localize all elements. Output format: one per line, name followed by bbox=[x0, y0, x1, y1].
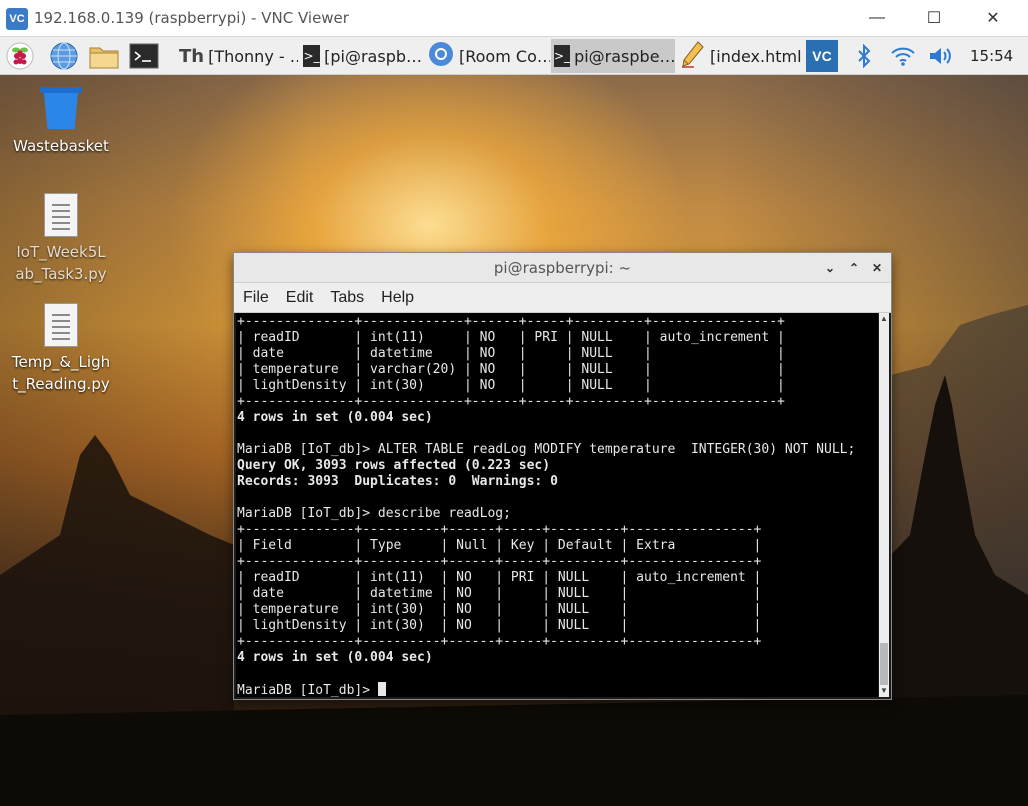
vnc-title-bar: VC 192.168.0.139 (raspberrypi) - VNC Vie… bbox=[0, 0, 1028, 37]
taskbar-item-text-editor[interactable]: [index.html… bbox=[677, 39, 803, 73]
menu-tabs[interactable]: Tabs bbox=[321, 289, 372, 307]
taskbar-item-terminal-1[interactable]: >_ [pi@raspb… bbox=[300, 39, 422, 73]
menu-edit[interactable]: Edit bbox=[277, 289, 322, 307]
bluetooth-icon[interactable] bbox=[852, 40, 876, 72]
chevron-down-icon[interactable]: ⌄ bbox=[822, 260, 838, 276]
python-file-icon bbox=[44, 303, 78, 347]
python-file-icon bbox=[44, 193, 78, 237]
terminal-line: 4 rows in set (0.004 sec) bbox=[237, 410, 433, 425]
terminal-output: +--------------+-------------+------+---… bbox=[236, 314, 855, 697]
chromium-icon bbox=[427, 40, 455, 72]
task-label: [pi@raspb… bbox=[324, 46, 422, 66]
terminal-icon: >_ bbox=[554, 45, 571, 67]
terminal-line: | date | datetime | NO | | NULL | | bbox=[237, 586, 762, 601]
terminal-line: | lightDensity | int(30) | NO | | NULL |… bbox=[237, 378, 785, 393]
task-label: pi@raspbe… bbox=[574, 46, 675, 66]
taskbar-item-chromium[interactable]: [Room Co… bbox=[424, 39, 550, 73]
chevron-up-icon[interactable]: ⌃ bbox=[846, 260, 862, 276]
terminal-line: Query OK, 3093 rows affected (0.223 sec) bbox=[237, 458, 551, 473]
terminal-prompt: MariaDB [IoT_db]> bbox=[237, 683, 378, 697]
taskbar-item-terminal-active[interactable]: >_ pi@raspbe… bbox=[551, 39, 675, 73]
terminal-cursor bbox=[377, 682, 386, 696]
desktop-icon-wastebasket[interactable]: Wastebasket bbox=[6, 87, 116, 157]
terminal-line: | readID | int(11) | NO | PRI | NULL | a… bbox=[237, 330, 785, 345]
terminal-scrollbar[interactable]: ▲ ▼ bbox=[879, 313, 889, 697]
terminal-line: +--------------+----------+------+-----+… bbox=[237, 522, 762, 537]
maximize-button[interactable]: ☐ bbox=[911, 3, 957, 33]
terminal-menu-bar: File Edit Tabs Help bbox=[234, 283, 891, 313]
vnc-logo-icon: VC bbox=[6, 8, 28, 30]
terminal-window[interactable]: pi@raspberrypi: ~ ⌄ ⌃ ✕ File Edit Tabs H… bbox=[234, 253, 891, 699]
menu-help[interactable]: Help bbox=[372, 289, 422, 307]
close-button[interactable]: ✕ bbox=[970, 3, 1016, 33]
desktop-icon-iot-week5[interactable]: IoT_Week5Lab_Task3.py bbox=[6, 193, 116, 285]
vnc-tray-label: VC bbox=[806, 40, 838, 72]
wifi-icon[interactable] bbox=[888, 40, 918, 72]
thonny-icon: Th bbox=[179, 45, 205, 67]
terminal-title-bar[interactable]: pi@raspberrypi: ~ ⌄ ⌃ ✕ bbox=[234, 253, 891, 283]
terminal-line: | temperature | varchar(20) | NO | | NUL… bbox=[237, 362, 785, 377]
taskbar-panel: Th [Thonny - … >_ [pi@raspb… [Room Co… >… bbox=[0, 37, 1028, 75]
close-icon[interactable]: ✕ bbox=[869, 260, 885, 276]
terminal-line: MariaDB [IoT_db]> describe readLog; bbox=[237, 506, 511, 521]
scrollbar-thumb[interactable] bbox=[880, 643, 888, 685]
terminal-line: 4 rows in set (0.004 sec) bbox=[237, 650, 433, 665]
terminal-line: | temperature | int(30) | NO | | NULL | … bbox=[237, 602, 762, 617]
terminal-line: +--------------+-------------+------+---… bbox=[237, 314, 785, 329]
desktop-icon-label: IoT_Week5Lab_Task3.py bbox=[15, 243, 107, 283]
terminal-line: | readID | int(11) | NO | PRI | NULL | a… bbox=[237, 570, 762, 585]
wastebasket-icon bbox=[40, 87, 82, 131]
desktop-icon-label: Temp_&_Light_Reading.py bbox=[11, 353, 111, 393]
terminal-screen[interactable]: +--------------+-------------+------+---… bbox=[236, 313, 878, 697]
terminal-line: +--------------+----------+------+-----+… bbox=[237, 634, 762, 649]
terminal-title: pi@raspberrypi: ~ bbox=[493, 259, 632, 277]
web-browser-icon[interactable] bbox=[48, 40, 80, 72]
window-title: 192.168.0.139 (raspberrypi) - VNC Viewer bbox=[34, 9, 349, 27]
scroll-up-arrow-icon[interactable]: ▲ bbox=[879, 314, 889, 324]
terminal-line: Records: 3093 Duplicates: 0 Warnings: 0 bbox=[237, 474, 558, 489]
terminal-icon: >_ bbox=[303, 45, 321, 67]
terminal-line: +--------------+-------------+------+---… bbox=[237, 394, 785, 409]
terminal-line: | lightDensity | int(30) | NO | | NULL |… bbox=[237, 618, 762, 633]
taskbar-item-thonny[interactable]: Th [Thonny - … bbox=[176, 39, 298, 73]
file-manager-icon[interactable] bbox=[88, 40, 120, 72]
task-label: [index.html… bbox=[710, 46, 803, 66]
vnc-icon[interactable]: VC bbox=[805, 40, 839, 72]
volume-icon[interactable] bbox=[926, 40, 958, 72]
raspberry-menu-icon[interactable] bbox=[4, 40, 36, 72]
text-editor-icon bbox=[680, 40, 706, 72]
menu-file[interactable]: File bbox=[234, 289, 277, 307]
task-label: [Thonny - … bbox=[208, 46, 298, 66]
desktop-icon-temp-light[interactable]: Temp_&_Light_Reading.py bbox=[6, 303, 116, 395]
task-label: [Room Co… bbox=[459, 46, 550, 66]
clock[interactable]: 15:54 bbox=[970, 47, 1013, 65]
terminal-line: | Field | Type | Null | Key | Default | … bbox=[237, 538, 762, 553]
scroll-down-arrow-icon[interactable]: ▼ bbox=[879, 686, 889, 696]
terminal-line: +--------------+----------+------+-----+… bbox=[237, 554, 762, 569]
terminal-line: | date | datetime | NO | | NULL | | bbox=[237, 346, 785, 361]
terminal-icon[interactable] bbox=[128, 40, 160, 72]
minimize-button[interactable]: — bbox=[854, 3, 900, 33]
terminal-line: MariaDB [IoT_db]> ALTER TABLE readLog MO… bbox=[237, 442, 856, 457]
desktop-icon-label: Wastebasket bbox=[13, 137, 109, 155]
